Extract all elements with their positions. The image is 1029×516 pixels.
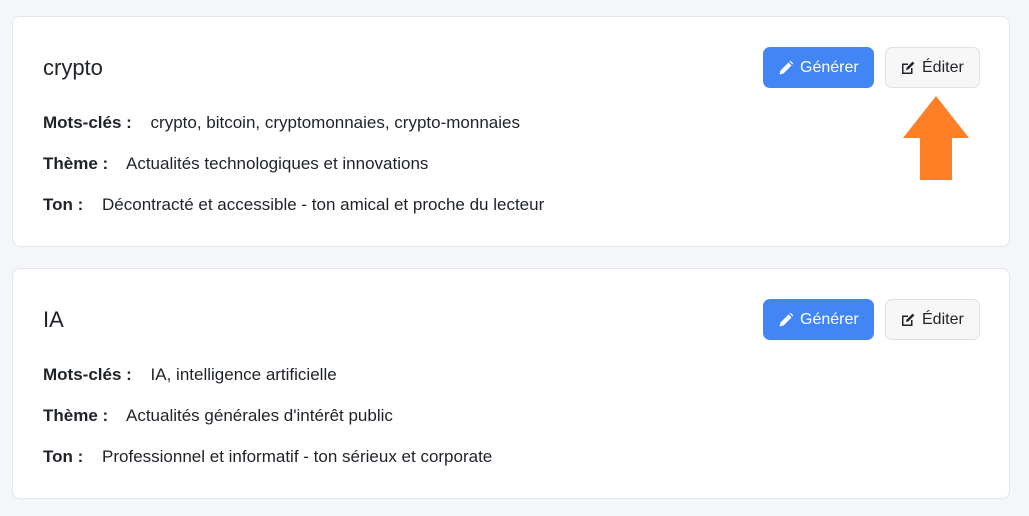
tone-label: Ton : xyxy=(43,195,84,214)
theme-value: Actualités technologiques et innovations xyxy=(125,154,429,173)
keywords-value: crypto, bitcoin, cryptomonnaies, crypto-… xyxy=(150,113,520,132)
arrow-up-icon xyxy=(903,96,969,180)
generate-button[interactable]: Générer xyxy=(763,299,874,340)
keywords-row: Mots-clés : crypto, bitcoin, cryptomonna… xyxy=(43,113,520,133)
card-actions: Générer Éditer xyxy=(763,299,980,340)
tone-row: Ton : Professionnel et informatif - ton … xyxy=(43,447,492,467)
theme-row: Thème : Actualités générales d'intérêt p… xyxy=(43,406,393,426)
theme-value: Actualités générales d'intérêt public xyxy=(125,406,393,425)
pencil-icon xyxy=(779,60,794,74)
edit-button[interactable]: Éditer xyxy=(885,47,980,88)
tone-value: Décontracté et accessible - ton amical e… xyxy=(102,195,545,214)
topic-card-ia: IA Générer Éditer Mots-clés : IA, intell… xyxy=(12,268,1010,499)
edit-button-label: Éditer xyxy=(922,310,964,328)
keywords-row: Mots-clés : IA, intelligence artificiell… xyxy=(43,365,337,385)
tone-value: Professionnel et informatif - ton sérieu… xyxy=(102,447,493,466)
pencil-icon xyxy=(779,312,794,326)
generate-button-label: Générer xyxy=(800,58,859,76)
theme-row: Thème : Actualités technologiques et inn… xyxy=(43,154,428,174)
card-actions: Générer Éditer xyxy=(763,47,980,88)
theme-label: Thème : xyxy=(43,406,109,425)
edit-button[interactable]: Éditer xyxy=(885,299,980,340)
edit-button-label: Éditer xyxy=(922,58,964,76)
keywords-label: Mots-clés : xyxy=(43,365,132,384)
tone-row: Ton : Décontracté et accessible - ton am… xyxy=(43,195,544,215)
topics-page: crypto Générer Éditer Mots-clés : crypto… xyxy=(0,0,1029,516)
keywords-label: Mots-clés : xyxy=(43,113,132,132)
edit-square-icon xyxy=(902,61,915,74)
edit-square-icon xyxy=(902,313,915,326)
theme-label: Thème : xyxy=(43,154,109,173)
tone-label: Ton : xyxy=(43,447,84,466)
topic-card-crypto: crypto Générer Éditer Mots-clés : crypto… xyxy=(12,16,1010,247)
generate-button-label: Générer xyxy=(800,310,859,328)
card-title: crypto xyxy=(43,55,103,80)
keywords-value: IA, intelligence artificielle xyxy=(150,365,337,384)
generate-button[interactable]: Générer xyxy=(763,47,874,88)
card-title: IA xyxy=(43,307,64,332)
